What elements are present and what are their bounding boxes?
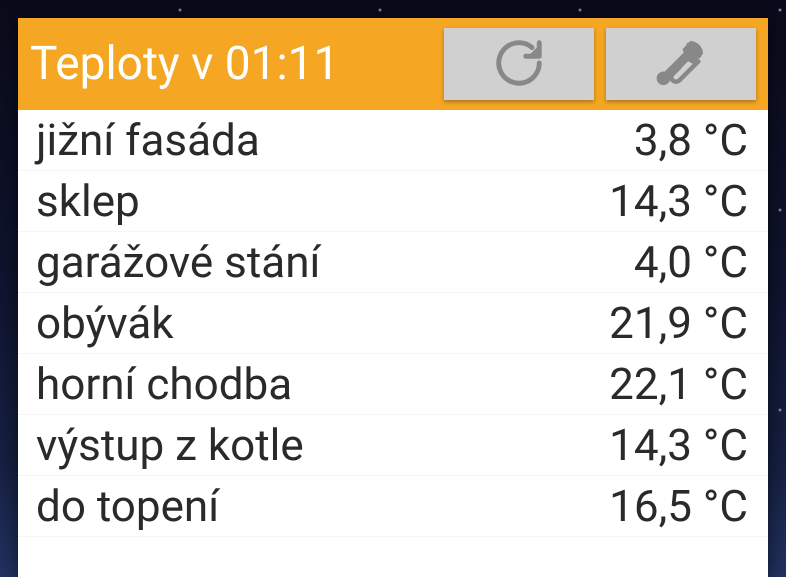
sensor-label: obývák bbox=[36, 297, 174, 349]
sensor-label: výstup z kotle bbox=[36, 419, 304, 471]
list-item: do topení 16,5 °C bbox=[18, 476, 768, 537]
list-item: garážové stání 4,0 °C bbox=[18, 232, 768, 293]
list-item: obývák 21,9 °C bbox=[18, 293, 768, 354]
sensor-label: horní chodba bbox=[36, 358, 292, 410]
wrench-icon bbox=[654, 36, 708, 93]
widget-title: Teploty v 01:11 bbox=[30, 37, 432, 91]
refresh-button[interactable] bbox=[444, 28, 594, 100]
sensor-label: do topení bbox=[36, 480, 219, 532]
sensor-value: 21,9 °C bbox=[609, 297, 748, 349]
sensor-label: jižní fasáda bbox=[36, 114, 260, 166]
sensor-label: garážové stání bbox=[36, 236, 320, 288]
sensor-value: 22,1 °C bbox=[609, 358, 748, 410]
sensor-value: 3,8 °C bbox=[634, 114, 748, 166]
settings-button[interactable] bbox=[606, 28, 756, 100]
refresh-icon bbox=[492, 36, 546, 93]
sensor-value: 14,3 °C bbox=[609, 175, 748, 227]
sensor-value: 14,3 °C bbox=[609, 419, 748, 471]
temperature-list: jižní fasáda 3,8 °C sklep 14,3 °C garážo… bbox=[18, 110, 768, 577]
list-item: výstup z kotle 14,3 °C bbox=[18, 415, 768, 476]
list-item: jižní fasáda 3,8 °C bbox=[18, 110, 768, 171]
sensor-value: 4,0 °C bbox=[634, 236, 748, 288]
temperature-widget: Teploty v 01:11 bbox=[18, 18, 768, 577]
sensor-label: sklep bbox=[36, 175, 140, 227]
list-item: sklep 14,3 °C bbox=[18, 171, 768, 232]
widget-header: Teploty v 01:11 bbox=[18, 18, 768, 110]
list-item: horní chodba 22,1 °C bbox=[18, 354, 768, 415]
sensor-value: 16,5 °C bbox=[609, 480, 748, 532]
